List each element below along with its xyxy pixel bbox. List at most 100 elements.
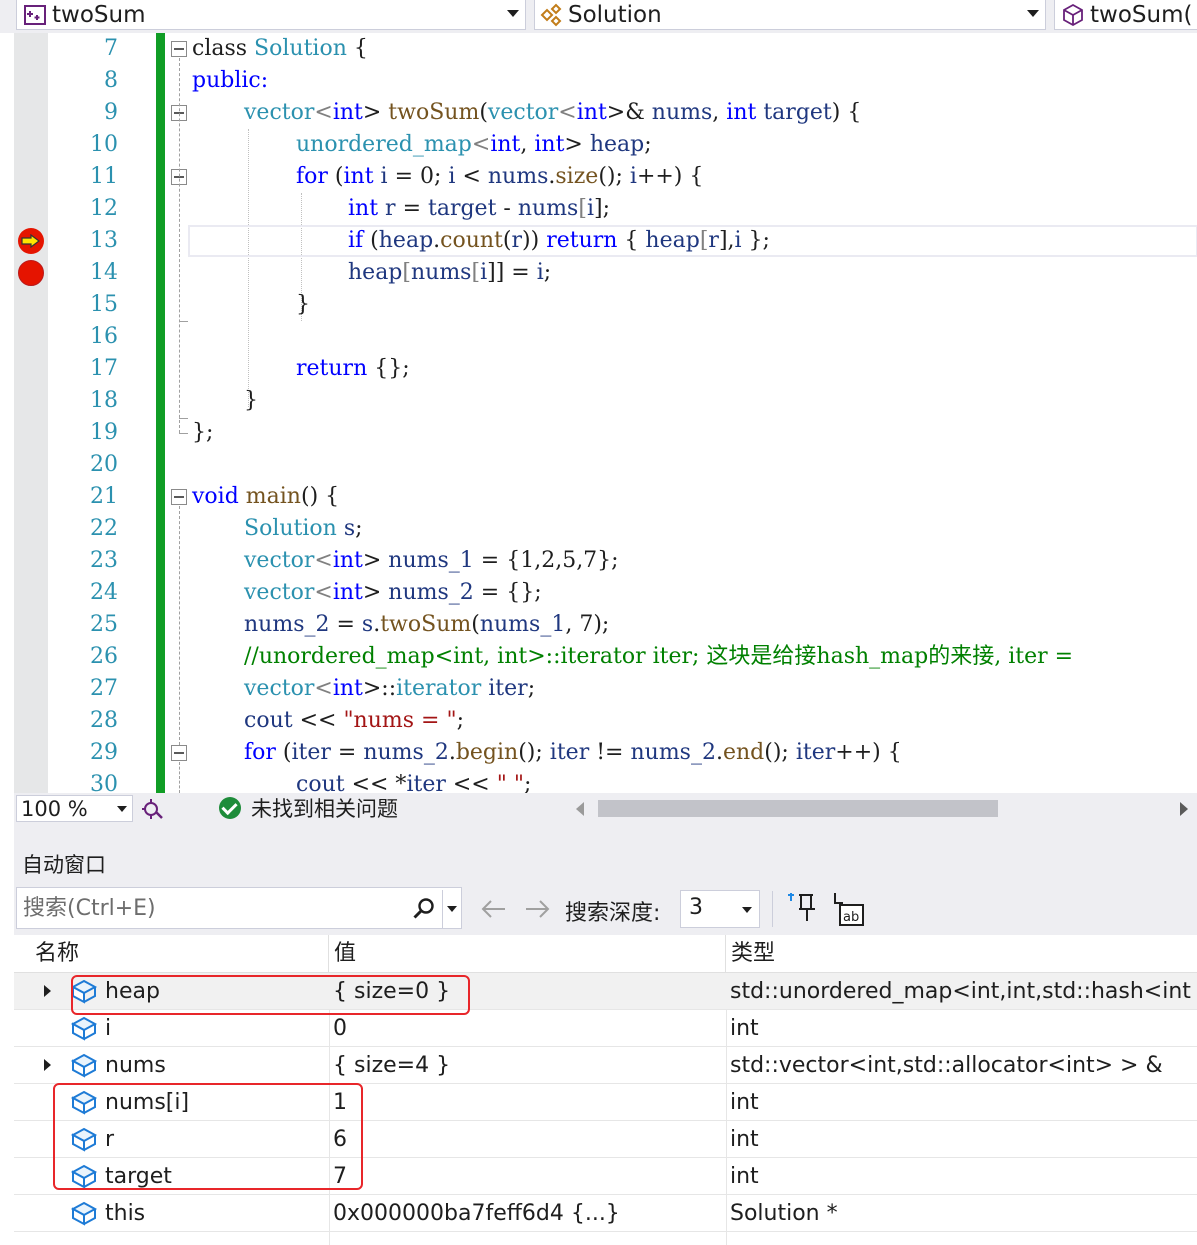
search-icon[interactable] (412, 897, 436, 921)
code-editor[interactable]: 7 8 9 10 11 12 13 14 15 16 17 18 19 20 21 22 23 24 25 26 27 2… (14, 33, 1197, 793)
project-dropdown[interactable]: twoSum (16, 0, 526, 30)
search-depth-label: 搜索深度: (565, 901, 661, 926)
issues-status[interactable]: 未找到相关问题 (251, 795, 398, 823)
variable-icon (70, 1052, 98, 1080)
variable-name: nums (105, 1053, 166, 1078)
code-line[interactable]: for (iter = nums_2.begin(); iter != nums… (244, 737, 902, 769)
code-line[interactable]: vector<int>::iterator iter; (244, 673, 535, 705)
fold-end (179, 321, 188, 322)
editor-status-bar: 100 % 未找到相关问题 (14, 793, 1197, 825)
code-line[interactable]: vector<int> nums_2 = {}; (244, 577, 542, 609)
member-dropdown[interactable]: twoSum( (1054, 0, 1197, 30)
code-line[interactable]: public: (192, 65, 268, 97)
column-header-value[interactable]: 值 (329, 935, 726, 973)
variable-type: int (730, 1164, 759, 1189)
line-number: 10 (90, 132, 118, 157)
line-number: 29 (90, 740, 118, 765)
hex-display-icon[interactable]: ab (831, 891, 865, 929)
panel-splitter[interactable] (14, 825, 1197, 842)
member-label: twoSum( (1090, 1, 1193, 28)
variable-type: int (730, 1016, 759, 1041)
line-number: 26 (90, 644, 118, 669)
search-box (16, 887, 462, 929)
autos-toolbar: 搜索深度: 3 ab (14, 885, 1197, 935)
breakpoint-current-statement-icon[interactable] (18, 228, 44, 254)
svg-text:ab: ab (843, 910, 859, 925)
variable-name: this (105, 1201, 146, 1226)
search-depth-select[interactable]: 3 (680, 890, 760, 928)
line-number: 18 (90, 388, 118, 413)
code-line[interactable]: void main() { (192, 481, 339, 513)
code-line[interactable]: vector<int> twoSum(vector<int>& nums, in… (244, 97, 861, 129)
expand-arrow-icon[interactable] (44, 1059, 51, 1071)
variable-value[interactable]: 0 (333, 1010, 725, 1047)
code-line[interactable]: return {}; (296, 353, 410, 385)
fold-line (179, 506, 180, 745)
search-input[interactable] (23, 892, 403, 924)
variable-value[interactable]: 7 (333, 1158, 725, 1195)
collapse-icon[interactable] (171, 745, 187, 761)
variable-type: std::vector<int,std::allocator<int> > & (730, 1053, 1163, 1078)
check-circle-icon (219, 797, 241, 819)
code-line[interactable]: heap[nums[i]] = i; (348, 257, 551, 289)
code-line[interactable]: } (244, 385, 258, 417)
code-line[interactable]: nums_2 = s.twoSum(nums_1, 7); (244, 609, 609, 641)
code-line[interactable]: }; (192, 417, 213, 449)
zoom-dropdown[interactable]: 100 % (16, 795, 133, 822)
expand-arrow-icon[interactable] (44, 985, 51, 997)
project-label: twoSum (52, 1, 146, 28)
autos-row[interactable]: this 0x000000ba7feff6d4 {...} Solution * (14, 1195, 1197, 1232)
code-line[interactable]: //unordered_map<int, int>::iterator iter… (244, 641, 1073, 673)
code-line[interactable]: unordered_map<int, int> heap; (296, 129, 652, 161)
line-number: 25 (90, 612, 118, 637)
line-number: 11 (90, 164, 118, 189)
fold-end (179, 418, 188, 419)
code-line[interactable]: class Solution { (192, 33, 368, 65)
code-line[interactable]: vector<int> nums_1 = {1,2,5,7}; (244, 545, 619, 577)
zoom-value: 100 % (21, 796, 88, 821)
code-cleanup-icon[interactable] (141, 797, 165, 821)
back-arrow-icon[interactable] (479, 897, 507, 921)
variable-value[interactable]: 1 (333, 1084, 725, 1121)
line-number: 13 (90, 228, 118, 253)
code-line[interactable]: cout << *iter << " "; (296, 769, 531, 793)
code-line[interactable]: int r = target - nums[i]; (348, 193, 610, 225)
scroll-right-icon[interactable] (1180, 802, 1188, 816)
line-number: 30 (90, 772, 118, 793)
line-number: 19 (90, 420, 118, 445)
variable-icon (70, 1200, 98, 1228)
search-options-dropdown[interactable] (442, 890, 462, 928)
fold-line (179, 762, 180, 793)
column-header-type[interactable]: 类型 (726, 935, 1197, 973)
grid-header: 名称 值 类型 (14, 935, 1197, 973)
variable-value[interactable]: 6 (333, 1121, 725, 1158)
code-line[interactable]: if (heap.count(r)) return { heap[r],i }; (348, 225, 770, 257)
variable-value[interactable]: 0x000000ba7feff6d4 {...} (333, 1195, 725, 1232)
pin-icon[interactable] (787, 891, 819, 925)
code-line[interactable]: cout << "nums = "; (244, 705, 464, 737)
line-number-margin: 7 8 9 10 11 12 13 14 15 16 17 18 19 20 21 22 23 24 25 26 27 2… (48, 33, 138, 793)
line-number: 7 (104, 36, 118, 61)
autos-row[interactable]: nums { size=4 } std::vector<int,std::alloc… (14, 1047, 1197, 1084)
scroll-left-icon[interactable] (576, 802, 584, 816)
glyph-margin[interactable] (14, 33, 48, 793)
indent-guide (248, 129, 249, 407)
breakpoint-icon[interactable] (18, 260, 44, 286)
code-line[interactable]: } (296, 289, 310, 321)
line-number: 12 (90, 196, 118, 221)
autos-row[interactable]: i 0 int (14, 1010, 1197, 1047)
chevron-down-icon (507, 10, 519, 17)
forward-arrow-icon[interactable] (524, 897, 552, 921)
column-header-name[interactable]: 名称 (30, 935, 329, 973)
change-tracking-bar (156, 33, 165, 793)
line-number: 28 (90, 708, 118, 733)
line-number: 15 (90, 292, 118, 317)
horizontal-scrollbar-thumb[interactable] (598, 800, 998, 817)
variable-name: i (105, 1016, 112, 1041)
collapse-icon[interactable] (171, 489, 187, 505)
class-scope-dropdown[interactable]: Solution (534, 0, 1046, 30)
code-line[interactable]: for (int i = 0; i < nums.size(); i++) { (296, 161, 703, 193)
variable-value[interactable]: { size=4 } (333, 1047, 725, 1084)
code-line[interactable]: Solution s; (244, 513, 363, 545)
collapse-icon[interactable] (171, 41, 187, 57)
